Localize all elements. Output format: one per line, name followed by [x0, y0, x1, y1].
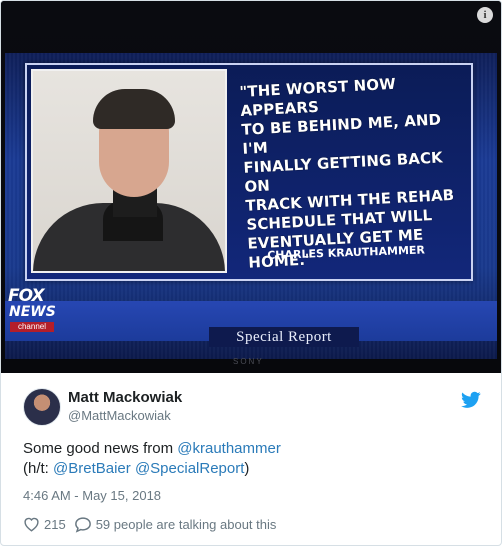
tv-brand: SONY: [233, 357, 264, 366]
tweet-text-prefix: (h/t:: [23, 460, 54, 477]
mention-link[interactable]: @SpecialReport: [135, 460, 244, 477]
tweet-card: "THE WORST NOW APPEARS TO BE BEHIND ME, …: [0, 0, 502, 546]
like-button[interactable]: 215: [23, 516, 66, 532]
tweet-text-prefix: Some good news from: [23, 440, 178, 457]
info-icon[interactable]: i: [477, 7, 493, 23]
tweet-text-suffix: ): [244, 460, 250, 477]
author-name[interactable]: Matt Mackowiak: [68, 389, 182, 406]
author-handle[interactable]: @MattMackowiak: [68, 408, 171, 423]
twitter-bird-icon[interactable]: [461, 391, 481, 409]
tweet-actions: 215 59 people are talking about this: [23, 515, 276, 533]
comment-button[interactable]: 59 people are talking about this: [74, 516, 277, 533]
show-title: Special Report: [209, 327, 359, 347]
heart-icon: [24, 517, 39, 532]
mention-link[interactable]: @BretBaier: [53, 460, 131, 477]
tweet-timestamp[interactable]: 4:46 AM - May 15, 2018: [23, 488, 161, 503]
talking-about-text: 59 people are talking about this: [95, 516, 277, 532]
avatar[interactable]: [23, 388, 61, 426]
comment-icon: [74, 516, 91, 533]
tweet-text: Some good news from @krauthammer (h/t: @…: [23, 439, 473, 479]
speaker-photo: [31, 69, 227, 273]
fox-news-logo: FOX NEWS channel: [8, 286, 56, 332]
on-screen-quote: "THE WORST NOW APPEARS TO BE BEHIND ME, …: [239, 71, 479, 273]
tweet-media-image[interactable]: "THE WORST NOW APPEARS TO BE BEHIND ME, …: [1, 1, 501, 373]
mention-link[interactable]: @krauthammer: [177, 440, 281, 457]
like-count: 215: [44, 516, 66, 532]
